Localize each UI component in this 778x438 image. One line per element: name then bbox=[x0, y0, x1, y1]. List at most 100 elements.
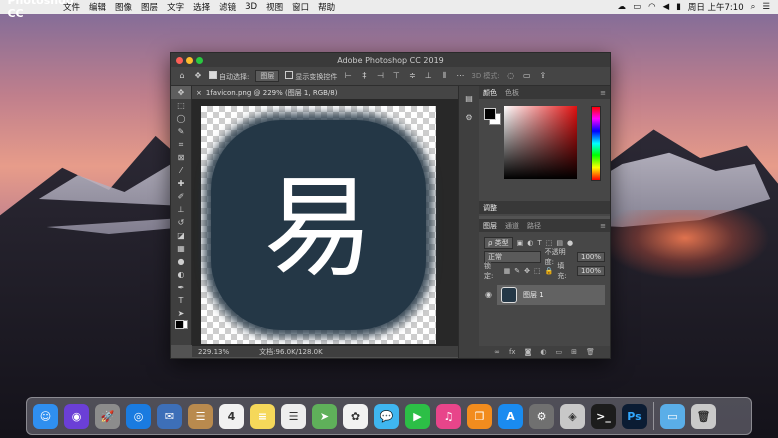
finder-icon[interactable]: ☺ bbox=[33, 403, 58, 429]
trash-icon[interactable]: 🗑 bbox=[691, 403, 716, 429]
wifi-icon[interactable]: ◠ bbox=[648, 2, 655, 12]
lock-pixels-icon[interactable]: ✎ bbox=[514, 267, 520, 275]
layer-row[interactable]: 图层 1 bbox=[497, 285, 605, 305]
battery-icon[interactable]: ▮ bbox=[676, 2, 681, 12]
menu-layer[interactable]: 图层 bbox=[141, 1, 158, 13]
system-preferences-icon[interactable]: ⚙ bbox=[529, 403, 554, 429]
mask-icon[interactable]: ◙ bbox=[525, 348, 532, 356]
align-center-icon[interactable]: ‡ bbox=[359, 71, 369, 81]
lock-position-icon[interactable]: ✥ bbox=[524, 267, 530, 275]
menu-image[interactable]: 图像 bbox=[115, 1, 132, 13]
menu-help[interactable]: 帮助 bbox=[318, 1, 335, 13]
brush-tool-icon[interactable]: ✐ bbox=[171, 190, 191, 203]
new-layer-icon[interactable]: ⊞ bbox=[571, 348, 577, 356]
color-picker-field[interactable] bbox=[504, 106, 577, 179]
document-tab[interactable]: × 1favicon.png @ 229% (图层 1, RGB/8) bbox=[192, 86, 458, 99]
filter-toggle-icon[interactable]: ● bbox=[567, 239, 573, 247]
zoom-level[interactable]: 229.13% bbox=[198, 348, 229, 356]
path-select-tool-icon[interactable]: ➤ bbox=[171, 307, 191, 320]
crop-tool-icon[interactable]: ⌗ bbox=[171, 138, 191, 151]
tab-adjustments[interactable]: 调整 bbox=[483, 203, 497, 213]
panel-menu-icon[interactable]: ≡ bbox=[600, 89, 606, 97]
delete-layer-icon[interactable]: 🗑 bbox=[586, 348, 595, 356]
lock-all-icon[interactable]: 🔒 bbox=[545, 267, 554, 275]
notification-icon[interactable]: ☰ bbox=[762, 2, 770, 12]
home-icon[interactable]: ⌂ bbox=[177, 71, 187, 81]
filter-type-icon[interactable]: T bbox=[537, 239, 541, 247]
filter-pixel-icon[interactable]: ▣ bbox=[517, 239, 524, 247]
downloads-folder-icon[interactable]: ▭ bbox=[660, 403, 685, 429]
clock[interactable]: 周日 上午7:10 bbox=[688, 1, 744, 13]
history-icon[interactable]: ▤ bbox=[459, 92, 479, 105]
tab-layers[interactable]: 图层 bbox=[483, 221, 497, 231]
opacity-input[interactable]: 100% bbox=[576, 252, 605, 262]
close-doc-icon[interactable]: × bbox=[196, 89, 202, 97]
align-top-icon[interactable]: ⊤ bbox=[391, 71, 401, 81]
siri-icon[interactable]: ◉ bbox=[64, 403, 89, 429]
pen-tool-icon[interactable]: ✒ bbox=[171, 281, 191, 294]
auto-select-checkbox[interactable] bbox=[209, 70, 217, 79]
frame-tool-icon[interactable]: ⊠ bbox=[171, 151, 191, 164]
blur-tool-icon[interactable]: ● bbox=[171, 255, 191, 268]
fill-input[interactable]: 100% bbox=[576, 266, 605, 276]
reminders-icon[interactable]: ☰ bbox=[281, 403, 306, 429]
photos-icon[interactable]: ✿ bbox=[343, 403, 368, 429]
menu-type[interactable]: 文字 bbox=[167, 1, 184, 13]
menu-app-name[interactable]: Photoshop CC bbox=[7, 0, 73, 20]
calendar-icon[interactable]: 4 bbox=[219, 403, 244, 429]
more-options-icon[interactable]: ⋯ bbox=[455, 71, 465, 81]
lock-transparent-icon[interactable]: ▦ bbox=[504, 267, 511, 275]
layers-menu-icon[interactable]: ≡ bbox=[600, 222, 606, 230]
color-swatches[interactable] bbox=[171, 320, 191, 334]
quick-select-tool-icon[interactable]: ✎ bbox=[171, 125, 191, 138]
ibooks-icon[interactable]: ❐ bbox=[467, 403, 492, 429]
parallels-icon[interactable]: ◈ bbox=[560, 403, 585, 429]
link-layers-icon[interactable]: ∞ bbox=[494, 348, 500, 356]
fx-icon[interactable]: fx bbox=[509, 348, 516, 356]
creative-cloud-icon[interactable]: ☁ bbox=[618, 2, 627, 12]
lasso-tool-icon[interactable]: ◯ bbox=[171, 112, 191, 125]
menu-view[interactable]: 视图 bbox=[266, 1, 283, 13]
share-icon[interactable]: ⇪ bbox=[538, 71, 548, 81]
menu-select[interactable]: 选择 bbox=[193, 1, 210, 13]
tab-swatches[interactable]: 色板 bbox=[505, 88, 519, 98]
eyedropper-tool-icon[interactable]: ⁄ bbox=[171, 164, 191, 177]
tab-paths[interactable]: 路径 bbox=[527, 221, 541, 231]
align-left-icon[interactable]: ⊢ bbox=[343, 71, 353, 81]
distribute-icon[interactable]: ⫴ bbox=[439, 71, 449, 81]
app-store-icon[interactable]: A bbox=[498, 403, 523, 429]
mail-icon[interactable]: ✉ bbox=[157, 403, 182, 429]
hue-slider[interactable] bbox=[591, 106, 601, 181]
adjustment-layer-icon[interactable]: ◐ bbox=[540, 348, 546, 356]
filter-adjust-icon[interactable]: ◐ bbox=[527, 239, 533, 247]
safari-icon[interactable]: ◎ bbox=[126, 403, 151, 429]
foreground-color[interactable] bbox=[484, 108, 496, 120]
dodge-tool-icon[interactable]: ◐ bbox=[171, 268, 191, 281]
display-icon[interactable]: ▭ bbox=[633, 2, 641, 12]
terminal-icon[interactable]: >_ bbox=[591, 403, 616, 429]
maps-icon[interactable]: ➤ bbox=[312, 403, 337, 429]
healing-tool-icon[interactable]: ✚ bbox=[171, 177, 191, 190]
gradient-tool-icon[interactable]: ▦ bbox=[171, 242, 191, 255]
layer-name[interactable]: 图层 1 bbox=[523, 290, 544, 300]
facetime-icon[interactable]: ▶ bbox=[405, 403, 430, 429]
eraser-tool-icon[interactable]: ◪ bbox=[171, 229, 191, 242]
tab-channels[interactable]: 通道 bbox=[505, 221, 519, 231]
marquee-tool-icon[interactable]: ⬚ bbox=[171, 99, 191, 112]
lock-artboard-icon[interactable]: ⬚ bbox=[534, 267, 541, 275]
type-tool-icon[interactable]: T bbox=[171, 294, 191, 307]
filter-smart-icon[interactable]: ▤ bbox=[556, 239, 563, 247]
history-brush-tool-icon[interactable]: ↺ bbox=[171, 216, 191, 229]
messages-icon[interactable]: 💬 bbox=[374, 403, 399, 429]
menu-window[interactable]: 窗口 bbox=[292, 1, 309, 13]
menu-filter[interactable]: 滤镜 bbox=[219, 1, 236, 13]
tab-color[interactable]: 颜色 bbox=[483, 88, 497, 98]
move-tool-icon[interactable]: ✥ bbox=[193, 71, 203, 81]
search-icon[interactable]: ⌕ bbox=[751, 2, 756, 12]
stamp-tool-icon[interactable]: ⊥ bbox=[171, 203, 191, 216]
notes-icon[interactable]: ≡ bbox=[250, 403, 275, 429]
menu-edit[interactable]: 编辑 bbox=[89, 1, 106, 13]
volume-icon[interactable]: ◀ bbox=[663, 2, 670, 12]
photoshop-icon[interactable]: Ps bbox=[622, 403, 647, 429]
canvas[interactable]: 易 bbox=[201, 106, 436, 344]
